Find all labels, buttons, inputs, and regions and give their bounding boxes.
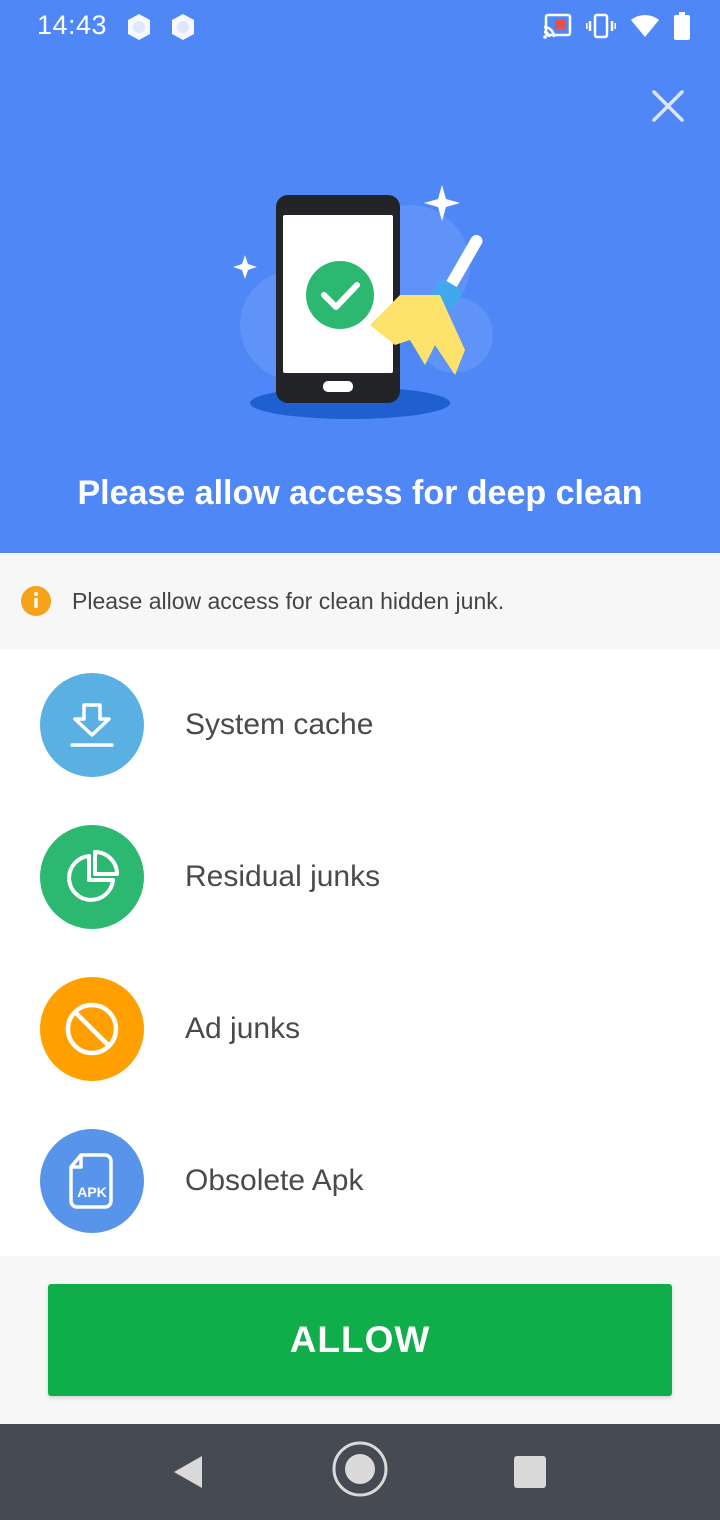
navigation-bar — [0, 1424, 720, 1520]
notice-bar: Please allow access for clean hidden jun… — [0, 553, 720, 649]
phone-cleaning-illustration — [233, 185, 493, 419]
screen: 14:43 Please allow access for deep clean… — [0, 0, 720, 1520]
ad-junks-icon-badge — [40, 977, 144, 1081]
list-item-system-cache: System cache — [0, 649, 720, 801]
recents-icon[interactable] — [514, 1456, 546, 1488]
residual-junks-icon-badge — [40, 825, 144, 929]
junk-type-list: System cache Residual junks Ad junks APK… — [0, 649, 720, 1256]
pie-chart-icon — [67, 850, 119, 902]
home-icon[interactable] — [331, 1440, 389, 1498]
list-item-ad-junks: Ad junks — [0, 953, 720, 1105]
status-time: 14:43 — [37, 10, 108, 40]
apk-file-icon: APK — [69, 1153, 113, 1209]
system-cache-icon-badge — [40, 673, 144, 777]
action-area: ALLOW — [0, 1256, 720, 1424]
wifi-icon — [631, 14, 659, 37]
battery-icon — [674, 12, 690, 40]
header: 14:43 Please allow access for deep clean — [0, 0, 720, 553]
block-icon — [65, 1002, 119, 1056]
obsolete-apk-icon-badge: APK — [40, 1129, 144, 1233]
list-item-label: Residual junks — [185, 860, 381, 893]
list-item-label: System cache — [185, 708, 374, 741]
notice-text: Please allow access for clean hidden jun… — [72, 587, 505, 614]
apk-icon-text: APK — [77, 1184, 107, 1200]
back-icon[interactable] — [170, 1454, 206, 1490]
download-icon — [70, 703, 114, 747]
close-button[interactable] — [646, 84, 690, 128]
cast-icon — [543, 13, 572, 39]
vibrate-icon — [586, 13, 616, 39]
list-item-obsolete-apk: APK Obsolete Apk — [0, 1105, 720, 1257]
page-title: Please allow access for deep clean — [77, 474, 643, 512]
allow-button[interactable]: ALLOW — [48, 1284, 672, 1396]
list-item-label: Obsolete Apk — [185, 1164, 364, 1197]
close-icon — [652, 90, 684, 122]
info-icon — [21, 586, 51, 616]
app-notification-icon — [128, 14, 150, 40]
list-item-residual-junks: Residual junks — [0, 801, 720, 953]
app-notification-icon — [172, 14, 194, 40]
list-item-label: Ad junks — [185, 1012, 301, 1045]
status-bar: 14:43 — [0, 0, 720, 56]
